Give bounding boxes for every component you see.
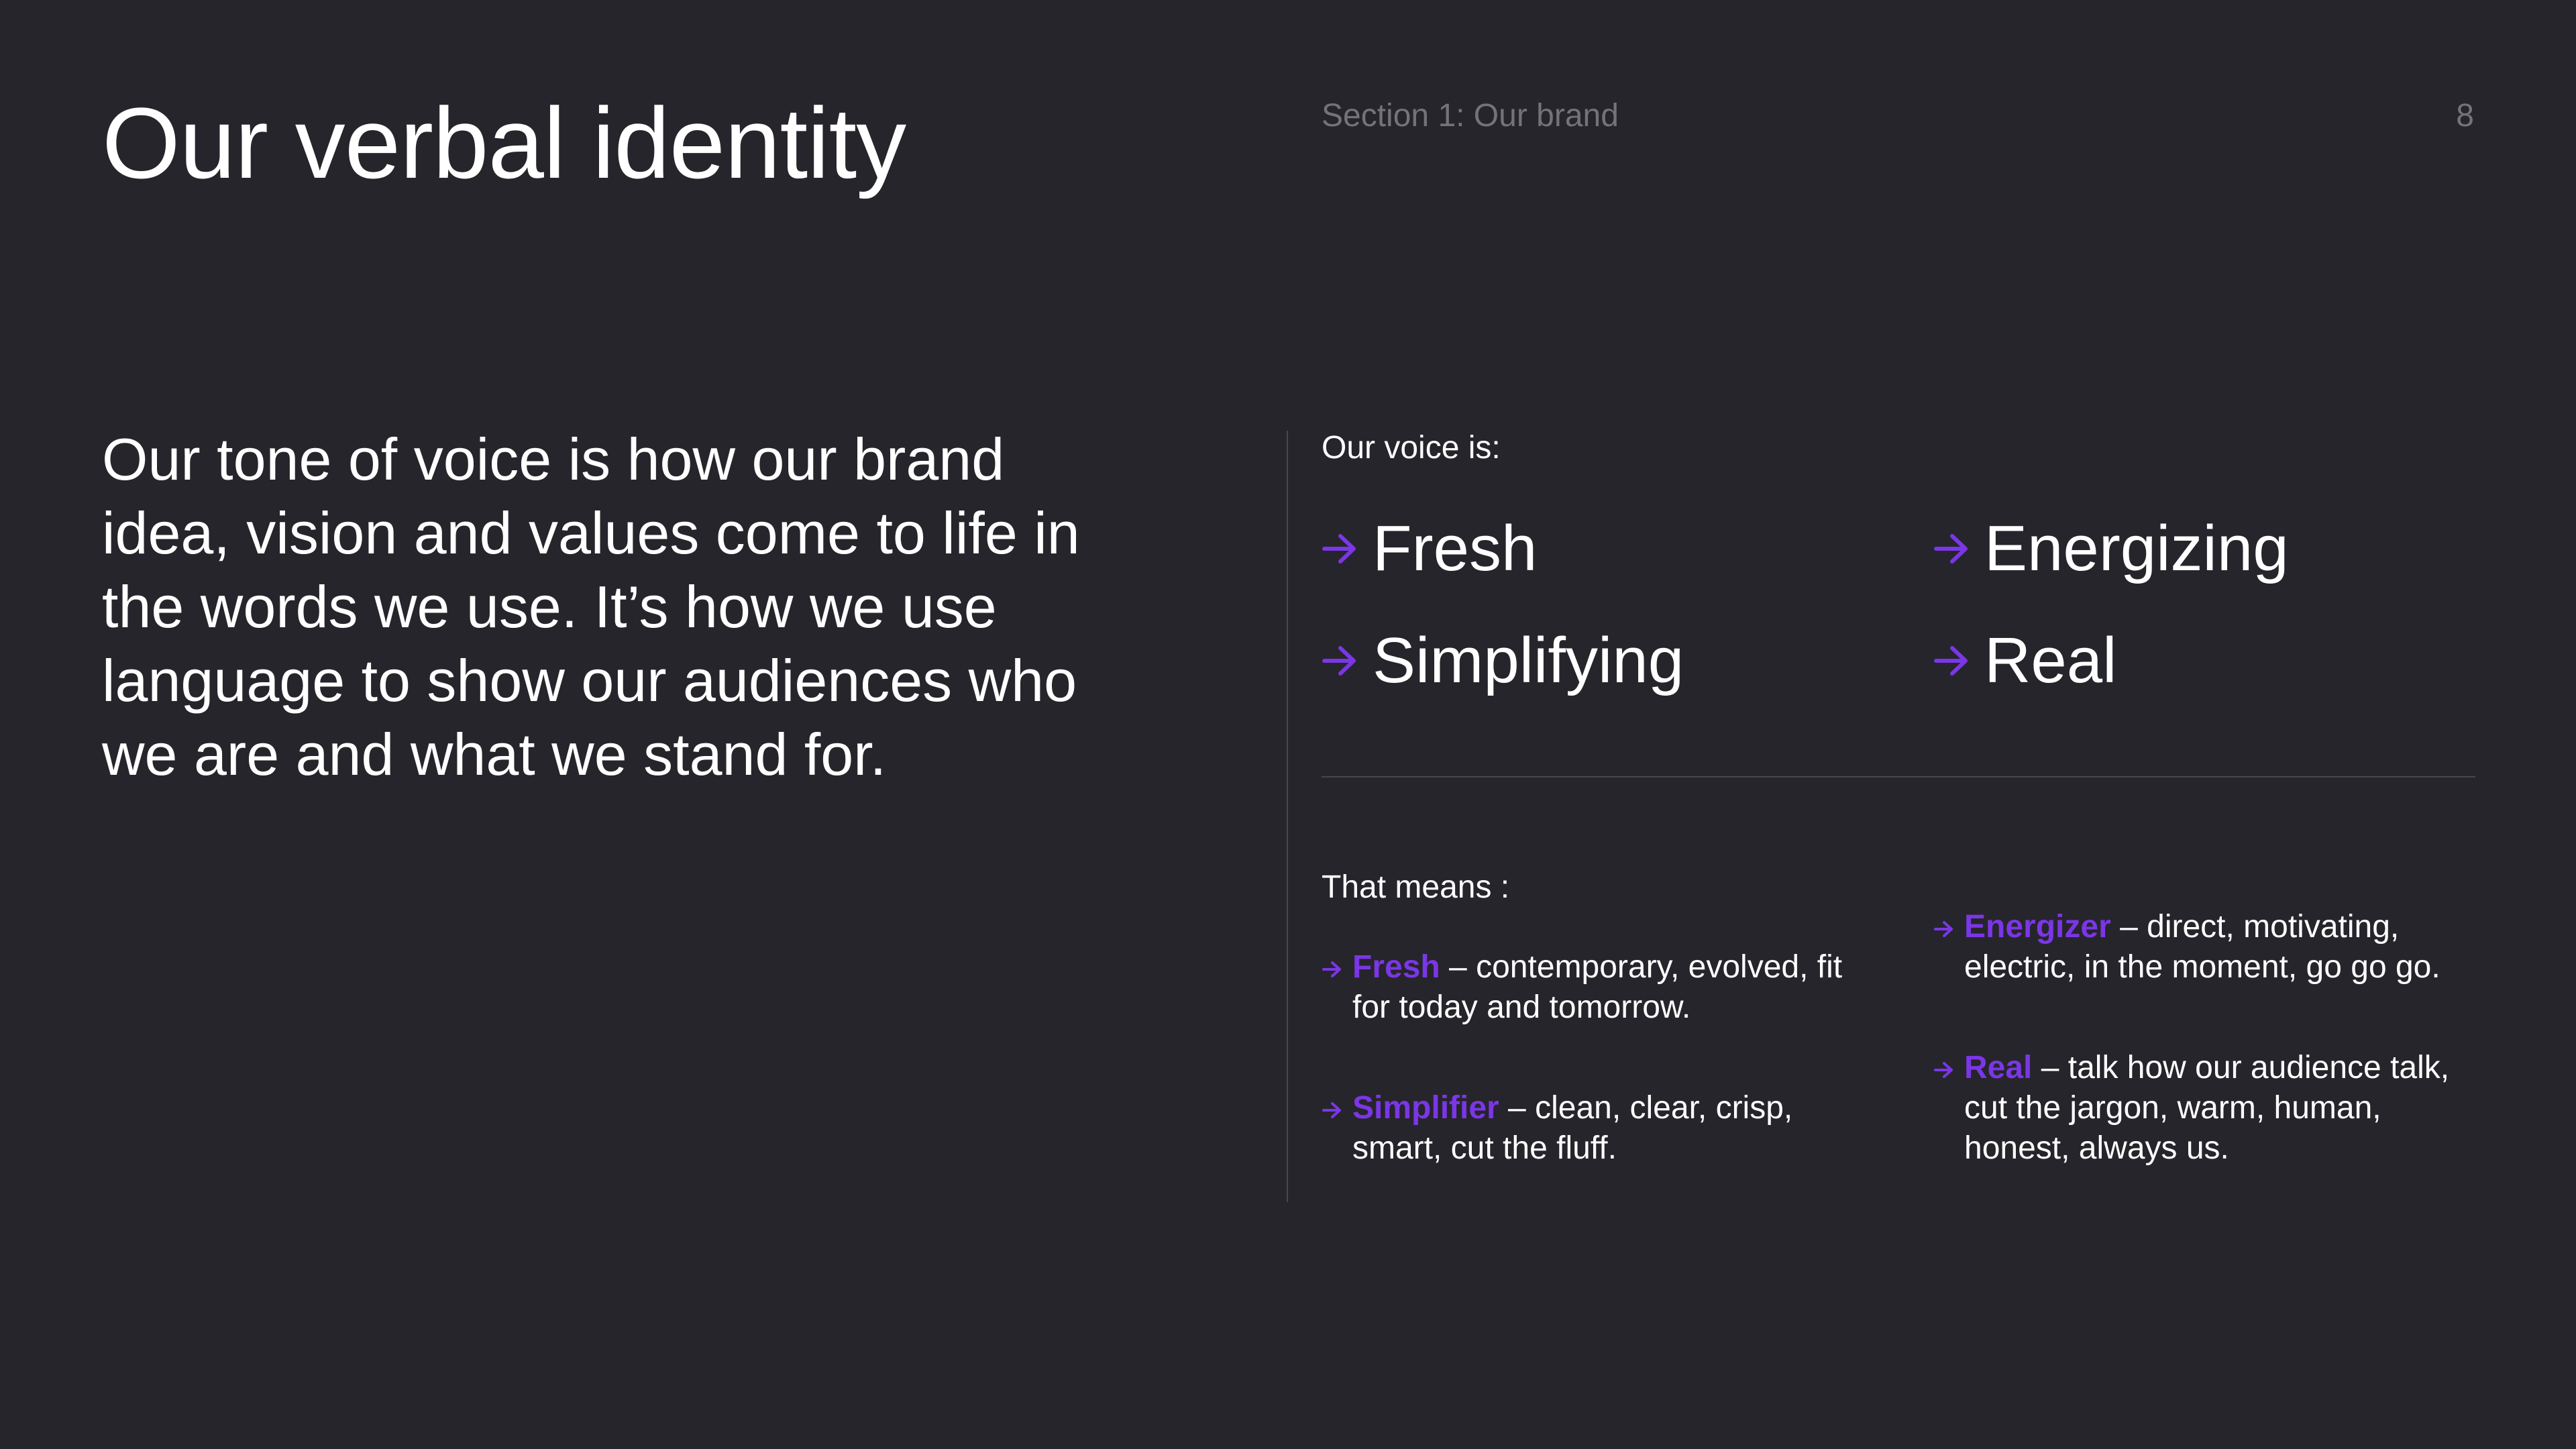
- arrow-right-icon: [1322, 961, 1341, 977]
- intro-paragraph: Our tone of voice is how our brand idea,…: [102, 426, 1080, 788]
- voice-trait-label: Real: [1984, 625, 2117, 696]
- arrow-right-icon: [1322, 534, 1356, 564]
- means-item-simplifier: Simplifier – clean, clear, crisp, smart,…: [1322, 1088, 1876, 1169]
- voice-trait-label: Energizing: [1984, 513, 2289, 584]
- means-item-title: Simplifier: [1352, 1090, 1499, 1126]
- means-item-title: Real: [1964, 1050, 2033, 1085]
- page-title: Our verbal identity: [102, 87, 906, 199]
- means-item-title: Energizer: [1964, 909, 2111, 945]
- arrow-right-icon: [1934, 921, 1953, 937]
- voice-trait-fresh: Fresh: [1322, 517, 1537, 581]
- horizontal-divider: [1322, 776, 2475, 777]
- means-item-description: – talk how our audience talk, cut the ja…: [1964, 1050, 2450, 1166]
- voice-label: Our voice is:: [1322, 430, 1501, 466]
- arrow-right-icon: [1934, 534, 1968, 564]
- arrow-right-icon: [1322, 646, 1356, 676]
- arrow-right-icon: [1934, 646, 1968, 676]
- voice-trait-label: Fresh: [1373, 513, 1538, 584]
- page-number: 8: [2456, 98, 2474, 133]
- voice-trait-energizing: Energizing: [1933, 517, 2289, 581]
- means-item-real: Real – talk how our audience talk, cut t…: [1934, 1048, 2487, 1169]
- arrow-right-icon: [1934, 1062, 1953, 1078]
- voice-trait-simplifying: Simplifying: [1322, 629, 1684, 693]
- voice-trait-real: Real: [1933, 629, 2116, 693]
- means-item-energizer: Energizer – direct, motivating, electric…: [1934, 907, 2487, 987]
- voice-trait-label: Simplifying: [1373, 625, 1684, 696]
- means-label: That means :: [1322, 869, 1510, 905]
- means-item-fresh: Fresh – contemporary, evolved, fit for t…: [1322, 947, 1876, 1028]
- arrow-right-icon: [1322, 1102, 1341, 1118]
- section-label: Section 1: Our brand: [1322, 98, 1619, 133]
- vertical-divider: [1287, 431, 1288, 1202]
- means-item-title: Fresh: [1352, 949, 1440, 985]
